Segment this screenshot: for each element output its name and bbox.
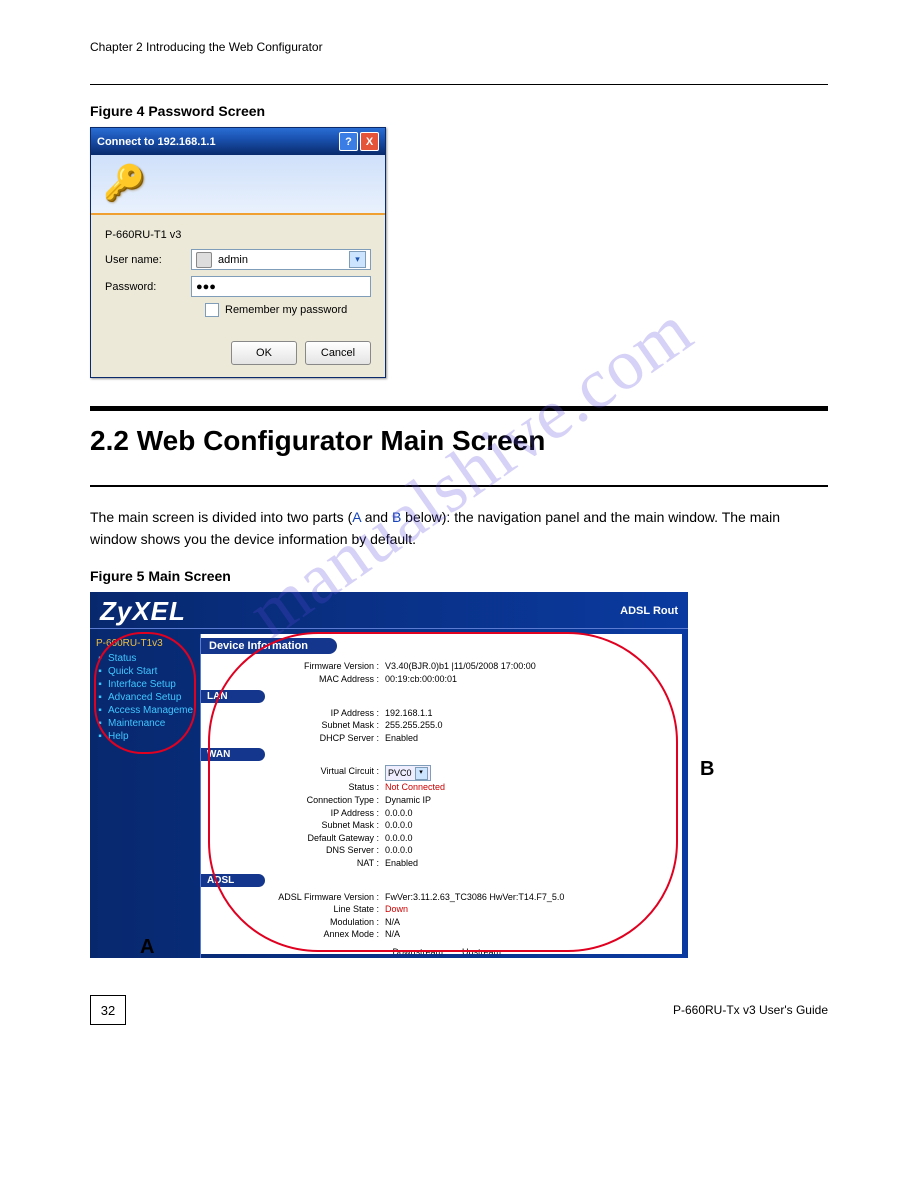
adsl-line-label: Line State : [209,903,385,916]
plus-icon: ▪ [96,668,104,676]
password-label: Password: [105,281,191,293]
fw-value: V3.40(BJR.0)b1 |11/05/2008 17:00:00 [385,660,674,673]
plus-icon: ▪ [96,694,104,702]
wan-mask-label: Subnet Mask : [209,819,385,832]
cat-wan: WAN [201,748,265,761]
user-icon [196,252,212,268]
wan-vc-select[interactable]: PVC0▾ [385,765,431,781]
chevron-down-icon[interactable]: ▾ [349,251,366,268]
wan-dns-label: DNS Server : [209,844,385,857]
navigation-panel: P-660RU-T1v3 ▪Status ▪Quick Start ▪Inter… [90,634,201,958]
nav-item-status[interactable]: ▪Status [96,653,200,664]
username-value: admin [218,254,248,266]
ref-b: B [392,509,401,525]
wan-vc-label: Virtual Circuit : [209,765,385,781]
wan-gw-value: 0.0.0.0 [385,832,674,845]
wan-dns-value: 0.0.0.0 [385,844,674,857]
col-up: Upstream [443,947,501,955]
adsl-fw-value: FwVer:3.11.2.63_TC3086 HwVer:T14.F7_5.0 [385,891,674,904]
header-rule [90,84,828,85]
label-b: B [700,758,714,781]
wan-ip-value: 0.0.0.0 [385,807,674,820]
section-title: 2.2 Web Configurator Main Screen [90,425,828,457]
figure5-caption: Figure 5 Main Screen [90,568,828,584]
section-intro: The main screen is divided into two part… [90,507,828,550]
plus-icon: ▪ [96,707,104,715]
wan-ip-label: IP Address : [209,807,385,820]
main-window: Device Information Firmware Version :V3.… [201,634,682,954]
chevron-down-icon: ▾ [415,767,428,780]
label-a: A [140,936,154,959]
dialog-title-text: Connect to 192.168.1.1 [97,136,216,148]
plus-icon: ▪ [96,720,104,728]
adsl-fw-label: ADSL Firmware Version : [209,891,385,904]
fw-label: Firmware Version : [209,660,385,673]
auth-dialog: Connect to 192.168.1.1 ? X 🔑 P-660RU-T1 … [90,127,386,378]
router-main-screen: ZyXEL ADSL Rout P-660RU-T1v3 ▪Status ▪Qu… [90,592,688,958]
remember-label: Remember my password [225,304,347,316]
dialog-titlebar: Connect to 192.168.1.1 ? X [91,128,385,155]
adsl-annex-label: Annex Mode : [209,928,385,941]
zyxel-logo: ZyXEL [100,596,186,627]
col-down: Downstream [385,947,443,955]
remember-checkbox[interactable] [205,303,219,317]
nav-item-interface[interactable]: ▪Interface Setup [96,679,200,690]
ok-button[interactable]: OK [231,341,297,365]
lan-mask-label: Subnet Mask : [209,719,385,732]
section-rule-top [90,406,828,411]
username-combo[interactable]: admin ▾ [191,249,371,270]
cancel-button[interactable]: Cancel [305,341,371,365]
mac-label: MAC Address : [209,673,385,686]
nav-item-help[interactable]: ▪Help [96,731,200,742]
plus-icon: ▪ [96,733,104,741]
nav-item-quickstart[interactable]: ▪Quick Start [96,666,200,677]
wan-status-value: Not Connected [385,781,674,794]
plus-icon: ▪ [96,681,104,689]
device-name-text: P-660RU-T1 v3 [105,229,371,241]
help-icon[interactable]: ? [339,132,358,151]
password-value: ●●● [196,281,216,293]
product-name-right: ADSL Rout [620,605,678,617]
cat-adsl: ADSL [201,874,265,887]
cat-lan: LAN [201,690,265,703]
keys-icon: 🔑 [103,163,145,203]
mac-value: 00:19:cb:00:00:01 [385,673,674,686]
username-label: User name: [105,254,191,266]
minus-icon: ▪ [96,655,104,663]
password-input[interactable]: ●●● [191,276,371,297]
adsl-mod-label: Modulation : [209,916,385,929]
section-rule-bottom [90,485,828,487]
adsl-line-value: Down [385,903,674,916]
lan-dhcp-value: Enabled [385,732,674,745]
lan-ip-value: 192.168.1.1 [385,707,674,720]
wan-ctype-label: Connection Type : [209,794,385,807]
page-number: 32 [90,995,126,1025]
guide-name: P-660RU-Tx v3 User's Guide [673,1003,828,1017]
wan-status-label: Status : [209,781,385,794]
wan-gw-label: Default Gateway : [209,832,385,845]
lan-ip-label: IP Address : [209,707,385,720]
ref-a: A [352,509,361,525]
wan-nat-label: NAT : [209,857,385,870]
adsl-annex-value: N/A [385,928,674,941]
adsl-mod-value: N/A [385,916,674,929]
nav-item-access[interactable]: ▪Access Manageme [96,705,200,716]
wan-nat-value: Enabled [385,857,674,870]
chapter-header: Chapter 2 Introducing the Web Configurat… [90,40,828,54]
lan-dhcp-label: DHCP Server : [209,732,385,745]
panel-title: Device Information [201,638,337,654]
nav-device-title: P-660RU-T1v3 [96,638,200,649]
wan-mask-value: 0.0.0.0 [385,819,674,832]
wan-ctype-value: Dynamic IP [385,794,674,807]
close-icon[interactable]: X [360,132,379,151]
lan-mask-value: 255.255.255.0 [385,719,674,732]
dialog-banner: 🔑 [91,155,385,215]
figure4-caption: Figure 4 Password Screen [90,103,828,119]
nav-item-maintenance[interactable]: ▪Maintenance [96,718,200,729]
nav-item-advanced[interactable]: ▪Advanced Setup [96,692,200,703]
